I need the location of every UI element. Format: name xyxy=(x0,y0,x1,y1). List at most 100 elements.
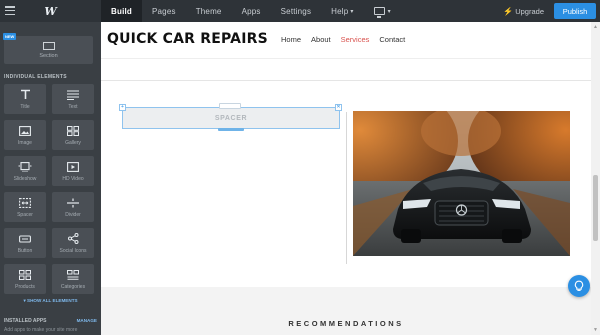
tab-apps-label: Apps xyxy=(241,6,261,16)
tab-build-label: Build xyxy=(111,6,132,16)
lightbulb-icon xyxy=(574,280,584,291)
manage-apps-link[interactable]: MANAGE xyxy=(77,318,97,324)
section-element[interactable]: Section xyxy=(4,36,93,64)
tab-apps[interactable]: Apps xyxy=(232,0,271,22)
section-label: Section xyxy=(39,52,58,59)
section-icon xyxy=(42,41,55,50)
chevron-down-icon: ▾ xyxy=(350,8,354,15)
installed-apps-header: INSTALLED APPS MANAGE xyxy=(4,318,97,324)
editor-app: W Build Pages Theme Apps Settings Help ▾ … xyxy=(0,0,600,335)
publish-button[interactable]: Publish xyxy=(554,3,596,19)
element-products-label: Products xyxy=(15,283,35,290)
help-button[interactable] xyxy=(568,275,590,297)
element-categories-label: Categories xyxy=(60,283,86,290)
element-spacer-label: Spacer xyxy=(17,211,33,218)
video-icon xyxy=(67,161,79,173)
tab-theme[interactable]: Theme xyxy=(186,0,232,22)
chevron-down-icon: ▾ xyxy=(387,8,391,15)
spacer-label: SPACER xyxy=(214,114,248,122)
spacer-resize-handle[interactable] xyxy=(218,128,244,131)
show-all-label: SHOW ALL ELEMENTS xyxy=(27,298,78,303)
element-gallery-label: Gallery xyxy=(65,139,81,146)
header-divider xyxy=(101,58,591,59)
spacer-icon xyxy=(19,197,31,209)
element-text[interactable]: Text xyxy=(52,84,94,114)
element-categories[interactable]: Categories xyxy=(52,264,94,294)
recommendations-heading[interactable]: RECOMMENDATIONS xyxy=(101,319,591,328)
tab-settings[interactable]: Settings xyxy=(271,0,322,22)
element-divider[interactable]: Divider xyxy=(52,192,94,222)
scroll-thumb[interactable] xyxy=(593,175,598,241)
add-element-icon[interactable]: + xyxy=(119,104,126,111)
products-icon xyxy=(19,269,31,281)
element-social-icons[interactable]: Social Icons xyxy=(52,228,94,258)
site-nav: Home About Services Contact xyxy=(281,35,415,44)
title-icon xyxy=(20,89,31,101)
close-icon[interactable]: ✕ xyxy=(335,104,342,111)
new-badge: NEW xyxy=(3,33,17,40)
elements-sidebar: NEW Section INDIVIDUAL ELEMENTS Title Te… xyxy=(0,22,101,335)
car-image[interactable] xyxy=(353,111,570,256)
spacer-drag-tab[interactable] xyxy=(219,103,241,109)
element-button-label: Button xyxy=(17,247,33,254)
desktop-icon xyxy=(373,7,385,18)
tab-pages-label: Pages xyxy=(152,6,176,16)
tab-help[interactable]: Help ▾ xyxy=(321,0,363,22)
element-image[interactable]: Image xyxy=(4,120,46,150)
upgrade-label: Upgrade xyxy=(515,6,544,16)
individual-elements-heading: INDIVIDUAL ELEMENTS xyxy=(4,74,67,80)
device-preview-toggle[interactable]: ▾ xyxy=(364,0,401,22)
tab-build[interactable]: Build xyxy=(101,0,142,22)
element-button[interactable]: Button xyxy=(4,228,46,258)
site-header: QUICK CAR REPAIRS Home About Services Co… xyxy=(101,22,591,58)
button-icon xyxy=(19,233,31,245)
scroll-up-icon[interactable]: ▲ xyxy=(593,24,598,30)
element-slideshow[interactable]: Slideshow xyxy=(4,156,46,186)
menu-icon[interactable] xyxy=(5,6,15,15)
divider-icon xyxy=(67,197,79,209)
nav-home[interactable]: Home xyxy=(281,35,301,44)
image-icon xyxy=(19,125,31,137)
element-title[interactable]: Title xyxy=(4,84,46,114)
nav-about[interactable]: About xyxy=(311,35,331,44)
nav-contact[interactable]: Contact xyxy=(379,35,405,44)
spacer-element[interactable]: SPACER xyxy=(122,107,340,129)
slideshow-icon xyxy=(18,161,32,173)
tab-theme-label: Theme xyxy=(195,6,222,16)
upgrade-button[interactable]: ⚡ Upgrade xyxy=(503,7,544,16)
column-divider[interactable] xyxy=(346,112,347,264)
element-spacer[interactable]: Spacer xyxy=(4,192,46,222)
element-hd-video[interactable]: HD Video xyxy=(52,156,94,186)
element-divider-label: Divider xyxy=(65,211,81,218)
top-toolbar: W Build Pages Theme Apps Settings Help ▾ … xyxy=(0,0,600,22)
categories-icon xyxy=(67,269,79,281)
text-icon xyxy=(67,89,79,101)
canvas-scrollbar[interactable]: ▲ ▼ xyxy=(591,22,600,335)
show-all-elements-link[interactable]: ▾ SHOW ALL ELEMENTS xyxy=(0,298,101,304)
publish-label: Publish xyxy=(562,6,588,16)
element-slideshow-label: Slideshow xyxy=(13,175,37,182)
element-hd-video-label: HD Video xyxy=(62,175,84,182)
tab-help-label: Help xyxy=(331,6,349,16)
site-canvas: QUICK CAR REPAIRS Home About Services Co… xyxy=(101,22,600,335)
element-image-label: Image xyxy=(18,139,32,146)
element-social-icons-label: Social Icons xyxy=(59,247,87,254)
weebly-logo: W xyxy=(44,4,57,18)
nav-services[interactable]: Services xyxy=(341,35,370,44)
car-photo xyxy=(353,111,570,256)
bolt-icon: ⚡ xyxy=(503,6,514,16)
site-brand[interactable]: QUICK CAR REPAIRS xyxy=(107,31,268,47)
element-title-label: Title xyxy=(20,103,30,110)
scroll-down-icon[interactable]: ▼ xyxy=(593,327,598,333)
tab-settings-label: Settings xyxy=(280,6,312,16)
share-icon xyxy=(67,233,79,245)
installed-apps-heading: INSTALLED APPS xyxy=(4,318,47,324)
tab-pages[interactable]: Pages xyxy=(142,0,186,22)
element-text-label: Text xyxy=(68,103,78,110)
element-products[interactable]: Products xyxy=(4,264,46,294)
elements-grid: Title Text Image Gallery Slideshow HD Vi… xyxy=(4,84,94,294)
element-gallery[interactable]: Gallery xyxy=(52,120,94,150)
add-apps-text: Add apps to make your site more xyxy=(4,327,78,333)
logo-area: W xyxy=(0,0,101,22)
gallery-icon xyxy=(67,125,79,137)
